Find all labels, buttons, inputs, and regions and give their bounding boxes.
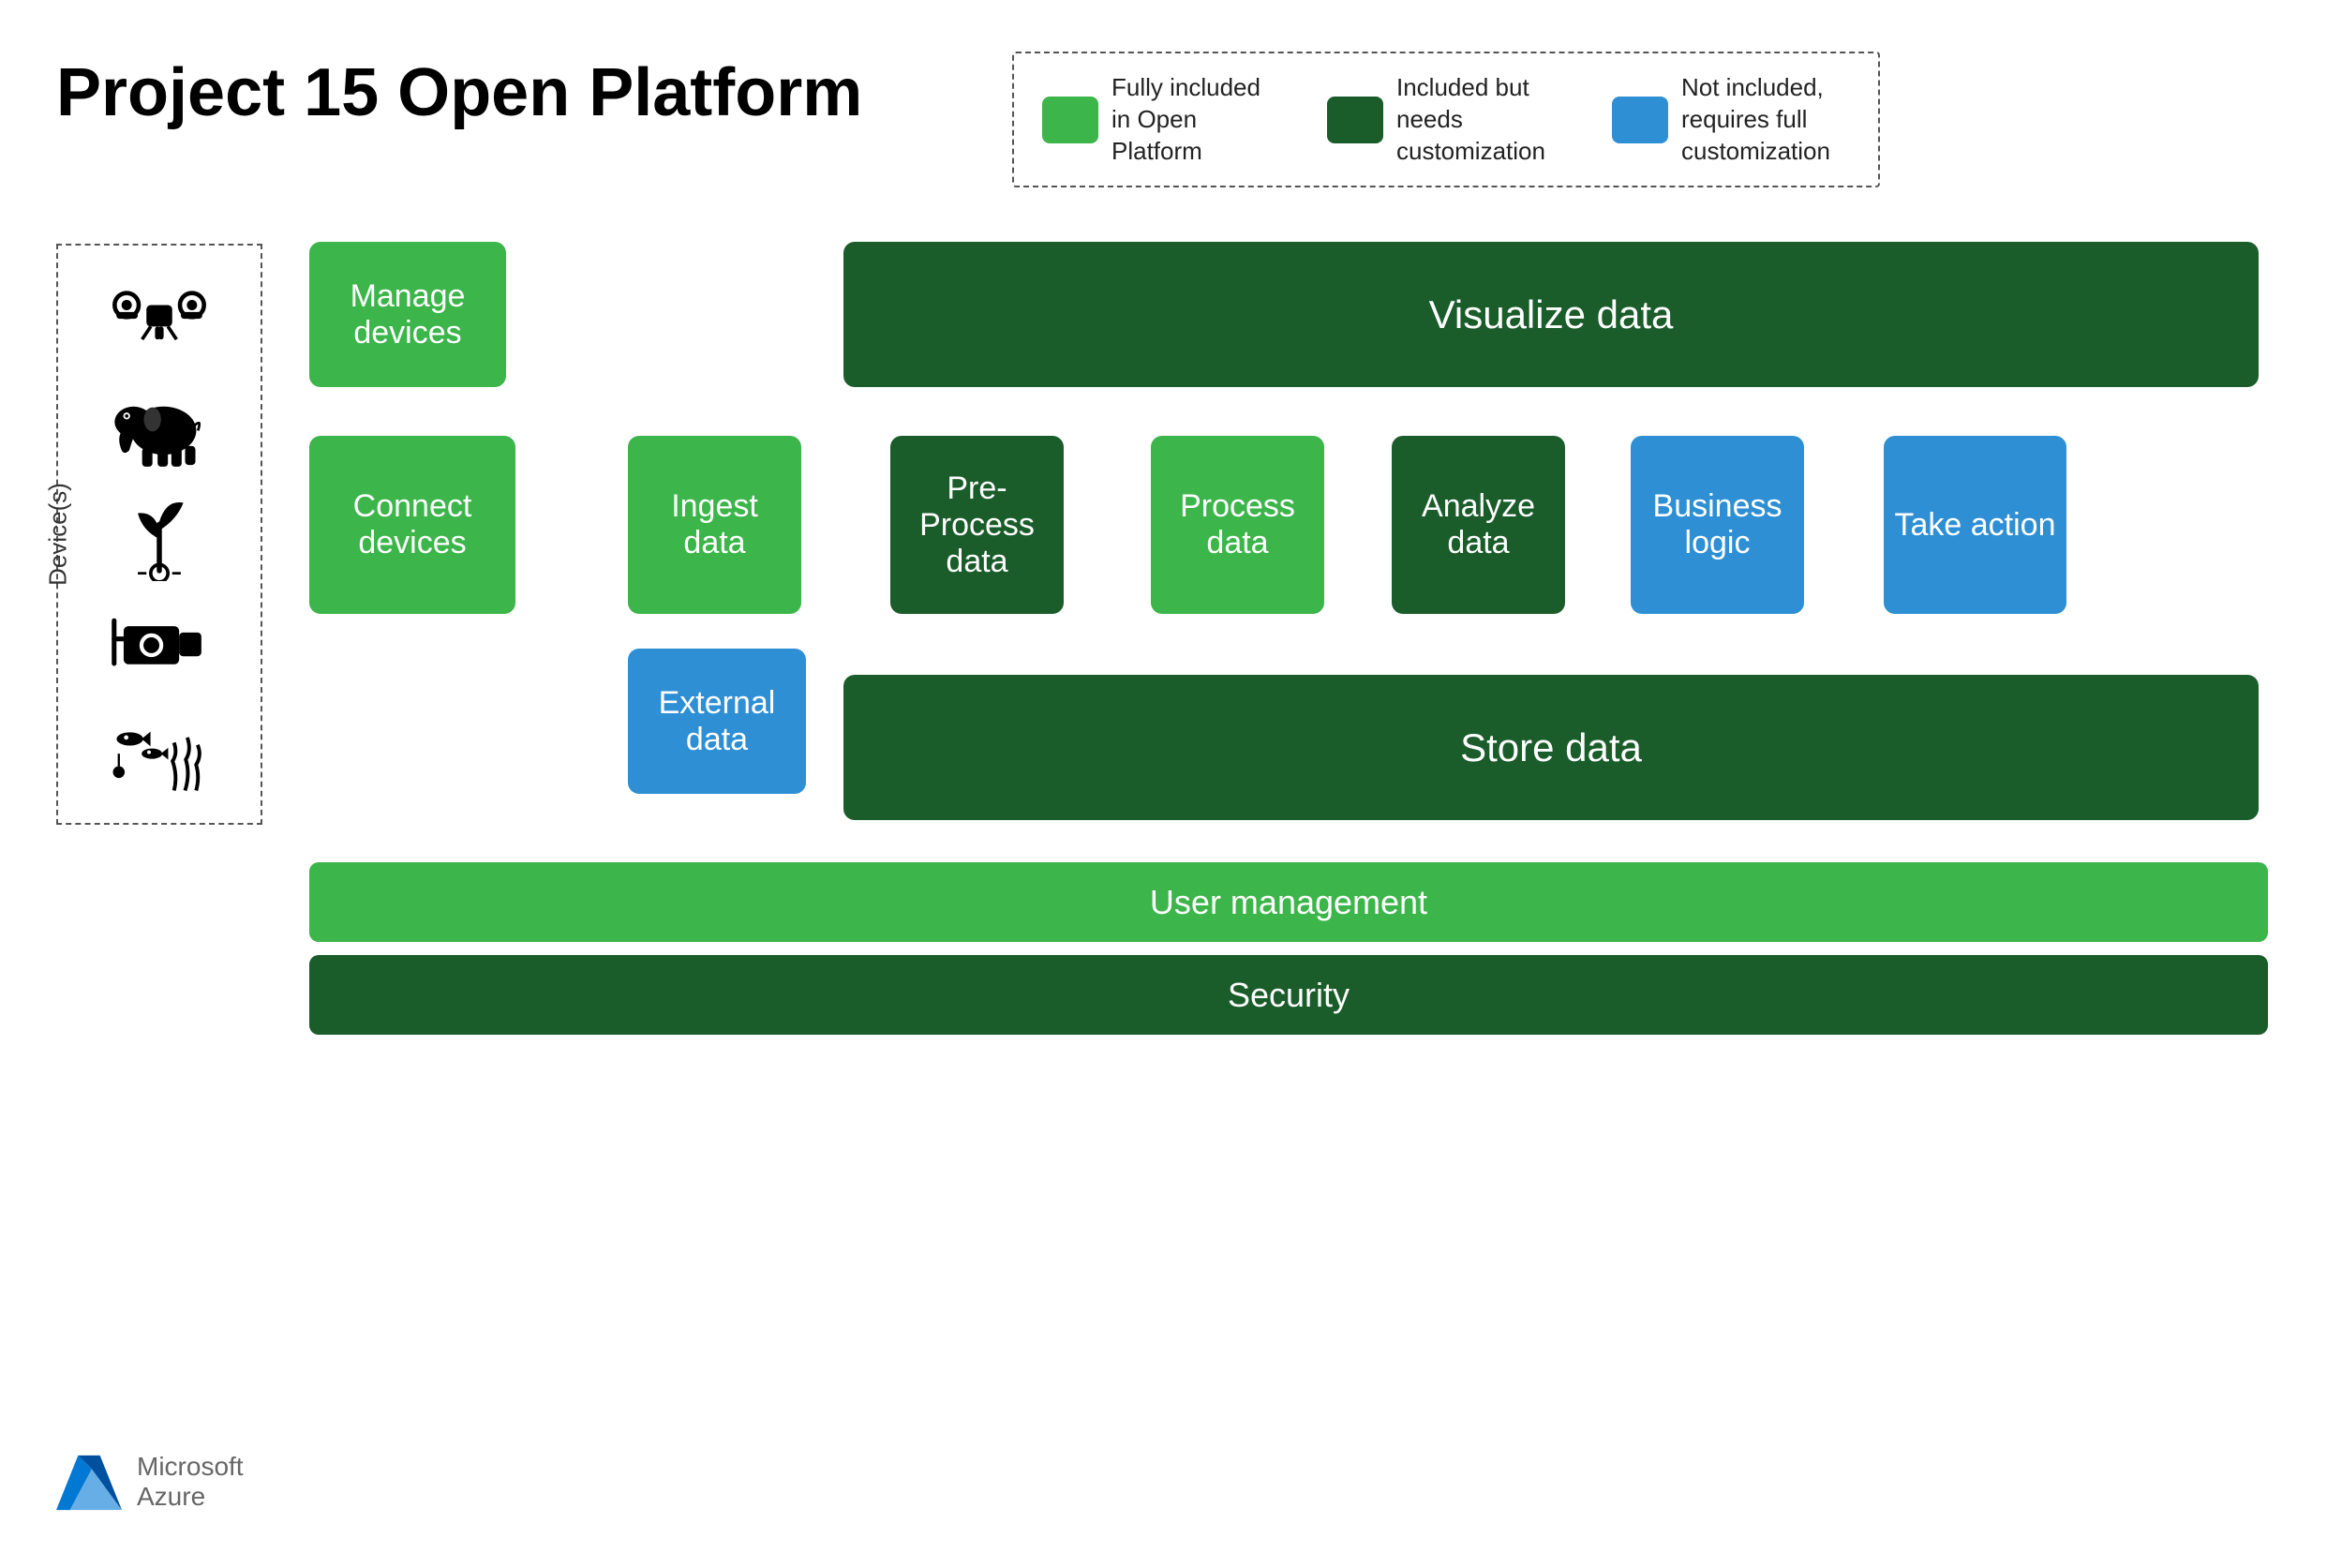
pre-process-block: Pre-Process data xyxy=(890,436,1064,614)
business-logic-label: Business logic xyxy=(1640,488,1795,561)
security-block: Security xyxy=(309,955,2268,1035)
business-logic-block: Business logic xyxy=(1631,436,1804,614)
legend-color-dark-green xyxy=(1327,97,1383,143)
legend: Fully included in Open Platform Included… xyxy=(1012,52,1880,187)
legend-label-blue: Not included, requires full customizatio… xyxy=(1681,72,1850,167)
connect-devices-block: Connect devices xyxy=(309,436,515,614)
security-label: Security xyxy=(1228,976,1350,1015)
manage-devices-label: Manage devices xyxy=(319,278,497,351)
ingest-data-label: Ingest data xyxy=(637,488,792,561)
user-management-label: User management xyxy=(1150,883,1427,922)
analyze-data-label: Analyze data xyxy=(1401,488,1556,561)
elephant-icon xyxy=(108,384,211,469)
external-data-block: External data xyxy=(628,649,806,794)
legend-color-blue xyxy=(1612,97,1668,143)
analyze-data-block: Analyze data xyxy=(1392,436,1565,614)
take-action-block: Take action xyxy=(1884,436,2066,614)
legend-label-light-green: Fully included in Open Platform xyxy=(1111,72,1280,167)
pre-process-label: Pre-Process data xyxy=(900,470,1054,580)
store-data-block: Store data xyxy=(843,675,2259,820)
visualize-data-label: Visualize data xyxy=(1429,292,1674,337)
connect-devices-label: Connect devices xyxy=(319,488,506,561)
legend-color-light-green xyxy=(1042,97,1098,143)
sea-icon xyxy=(108,708,211,792)
ingest-data-block: Ingest data xyxy=(628,436,801,614)
legend-item-blue: Not included, requires full customizatio… xyxy=(1612,72,1850,167)
bottom-rows: User management Security xyxy=(309,862,2268,1035)
azure-logo-icon xyxy=(56,1455,122,1511)
plant-icon xyxy=(108,492,211,576)
process-data-label: Process data xyxy=(1160,488,1315,561)
manage-devices-block: Manage devices xyxy=(309,242,506,387)
legend-item-light-green: Fully included in Open Platform xyxy=(1042,72,1280,167)
azure-label: Azure xyxy=(137,1482,244,1512)
azure-text: Microsoft Azure xyxy=(137,1453,244,1512)
visualize-data-block: Visualize data xyxy=(843,242,2259,387)
devices-label: Device(s) xyxy=(43,483,72,586)
legend-label-dark-green: Included but needs customization xyxy=(1396,72,1565,167)
microsoft-label: Microsoft xyxy=(137,1453,244,1482)
user-management-block: User management xyxy=(309,862,2268,942)
page-title: Project 15 Open Platform xyxy=(56,56,862,130)
devices-column: Device(s) xyxy=(56,244,262,825)
external-data-label: External data xyxy=(637,685,797,758)
azure-logo-area: Microsoft Azure xyxy=(56,1453,244,1512)
take-action-label: Take action xyxy=(1895,507,2056,544)
process-data-block: Process data xyxy=(1151,436,1324,614)
legend-item-dark-green: Included but needs customization xyxy=(1327,72,1565,167)
drone-icon xyxy=(108,276,211,361)
camera-icon xyxy=(108,600,211,684)
store-data-label: Store data xyxy=(1460,725,1642,770)
